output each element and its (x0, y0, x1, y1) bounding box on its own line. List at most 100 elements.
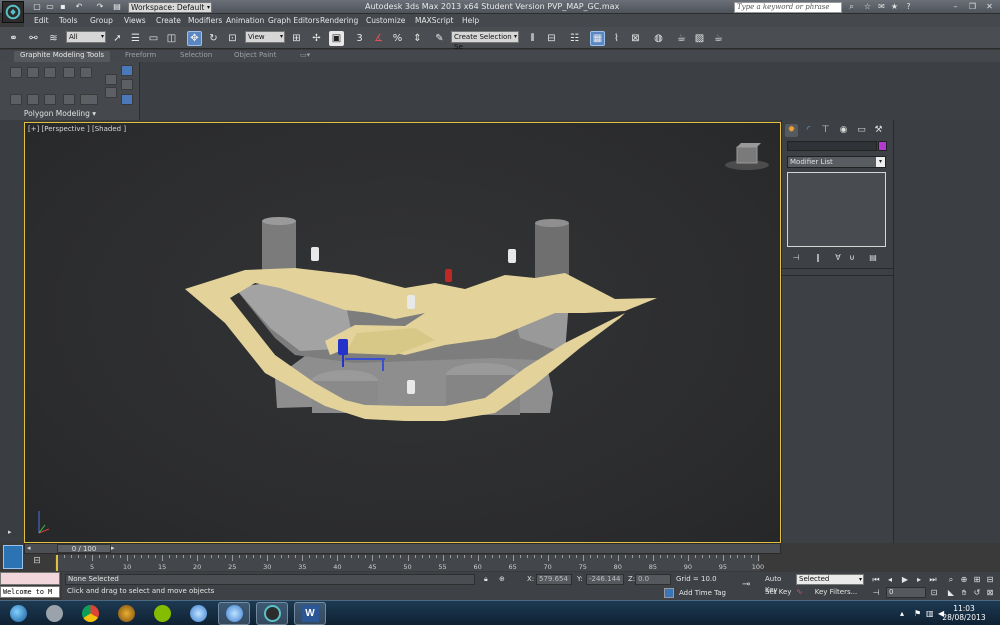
link-icon[interactable]: ⚭ (6, 31, 21, 46)
unlink-icon[interactable]: ⚯ (26, 31, 41, 46)
white-marker[interactable] (407, 380, 415, 394)
tray-flag-icon[interactable]: ⚑ (914, 609, 921, 618)
ribbon-tool-button[interactable] (27, 67, 39, 78)
auto-key-button[interactable]: Auto Key (765, 574, 795, 594)
tab-graphite-modeling-tools[interactable]: Graphite Modeling Tools (14, 51, 111, 62)
time-configuration-icon[interactable]: ⊡ (929, 588, 939, 598)
menu-tools[interactable]: Tools (59, 16, 77, 25)
close-icon[interactable]: ✕ (984, 2, 995, 12)
go-to-start-icon[interactable]: ⏮ (871, 575, 881, 585)
application-button[interactable] (2, 1, 24, 23)
menu-modifiers[interactable]: Modifiers (188, 16, 222, 25)
x-coordinate-field[interactable]: 579.654 (536, 574, 572, 585)
ribbon-tool-button[interactable] (105, 87, 117, 98)
white-marker[interactable] (311, 247, 319, 261)
layer-manager-icon[interactable]: ☷ (567, 31, 582, 46)
hierarchy-tab-icon[interactable]: ⊤ (819, 124, 832, 137)
pan-icon[interactable]: ✋︎ (959, 588, 969, 598)
select-object-icon[interactable]: ➚ (110, 31, 125, 46)
undo-icon[interactable]: ↶ (74, 2, 84, 12)
curve-editor-icon[interactable]: ⌇ (609, 31, 624, 46)
render-setup-icon[interactable]: ☕ (674, 31, 689, 46)
menu-graph-editors[interactable]: Graph Editors (268, 16, 320, 25)
tab-selection[interactable]: Selection (180, 51, 212, 59)
rendered-frame-window-icon[interactable]: ▨ (692, 31, 707, 46)
rectangular-selection-icon[interactable]: ▭ (146, 31, 161, 46)
object-color-swatch[interactable] (878, 141, 887, 151)
material-editor-icon[interactable]: ◍ (651, 31, 666, 46)
lock-icon[interactable]: 🔒︎ (484, 575, 488, 584)
ribbon-tool-button[interactable] (80, 94, 98, 105)
ribbon-tool-button[interactable] (121, 65, 133, 76)
named-selection-dropdown[interactable]: Create Selection Se ▾ (451, 31, 519, 51)
ribbon-tool-button[interactable] (10, 67, 22, 78)
menu-maxscript[interactable]: MAXScript (415, 16, 454, 25)
next-key-icon[interactable]: ▸ (914, 575, 924, 585)
map-model[interactable] (185, 217, 657, 421)
search-input[interactable]: Type a keyword or phrase (734, 2, 842, 13)
subscription-icon[interactable]: ☆ (862, 2, 873, 12)
tab-freeform[interactable]: Freeform (125, 51, 156, 59)
menu-animation[interactable]: Animation (226, 16, 264, 25)
pivot-center-icon[interactable]: ⊞ (289, 31, 304, 46)
show-end-result-icon[interactable]: ‖ (812, 253, 824, 263)
add-time-tag-button[interactable]: Add Time Tag (679, 589, 726, 597)
workspace-dropdown[interactable]: Workspace: Default ▾ (128, 2, 212, 13)
key-mode-toggle-icon[interactable]: ⊣ (871, 588, 881, 598)
angle-snap-icon[interactable]: ∡ (371, 31, 386, 46)
ribbon-options-icon[interactable]: ▭▾ (300, 51, 310, 59)
minimize-icon[interactable]: – (950, 2, 961, 12)
make-unique-icon[interactable]: ∀ (832, 253, 844, 263)
menu-rendering[interactable]: Rendering (320, 16, 358, 25)
time-slider-thumb[interactable]: 0 / 100 (57, 544, 111, 553)
polygon-modeling-dropdown[interactable]: Polygon Modeling ▾ (0, 109, 120, 118)
taskbar-itunes-2[interactable] (218, 602, 250, 625)
ribbon-tool-button[interactable] (44, 67, 56, 78)
zoom-icon[interactable]: ⌕ (946, 575, 956, 585)
y-coordinate-field[interactable]: -246.144 (586, 574, 624, 585)
current-frame-field[interactable]: 0 (886, 587, 926, 598)
play-icon[interactable]: ▶ (900, 575, 910, 585)
taskbar-word[interactable]: W (294, 602, 326, 625)
display-tab-icon[interactable]: ▭ (855, 124, 868, 137)
tray-network-icon[interactable]: ▥ (926, 609, 934, 618)
menu-customize[interactable]: Customize (366, 16, 405, 25)
taskbar-itunes[interactable] (182, 602, 214, 625)
viewport-label[interactable]: [+] [Perspective ] [Shaded ] (28, 125, 126, 133)
mirror-icon[interactable]: ⫴ (525, 31, 540, 46)
configure-sets-icon[interactable]: ▤ (867, 253, 879, 263)
select-and-scale-icon[interactable]: ⊡ (225, 31, 240, 46)
restore-icon[interactable]: ❐ (967, 2, 978, 12)
maximize-toggle-icon[interactable]: ⊠ (985, 588, 995, 598)
red-spawn-marker[interactable] (445, 269, 452, 282)
modifier-stack[interactable] (787, 172, 886, 247)
perspective-viewport[interactable]: [+] [Perspective ] [Shaded ] (24, 122, 781, 543)
ribbon-tool-button[interactable] (63, 94, 75, 105)
trackbar[interactable]: 5 10 15 20 25 30 35 40 45 50 55 60 65 70 75 80 85 90 95 100 (55, 555, 764, 571)
ribbon-tool-button[interactable] (105, 74, 117, 85)
key-filters-button[interactable]: Key Filters... (808, 587, 864, 598)
tray-clock[interactable]: 11:03 28/08/2013 (942, 604, 986, 622)
key-filter-curve-icon[interactable]: ∿ (796, 587, 807, 598)
curve-editor-mini-icon[interactable]: ⊟ (30, 556, 44, 568)
window-crossing-icon[interactable]: ◫ (164, 31, 179, 46)
maximize-viewport-icon[interactable] (3, 545, 23, 569)
viewcube-icon[interactable] (725, 143, 769, 170)
select-and-rotate-icon[interactable]: ↻ (206, 31, 221, 46)
help-icon[interactable]: ? (903, 2, 914, 12)
menu-edit[interactable]: Edit (34, 16, 49, 25)
selection-filter-dropdown[interactable]: All ▾ (66, 31, 106, 43)
select-manipulate-icon[interactable]: ✢ (309, 31, 324, 46)
modifier-list-dropdown[interactable]: Modifier List ▾ (787, 156, 886, 168)
project-folder-icon[interactable]: ▤ (112, 2, 122, 12)
taskbar-chrome[interactable] (74, 602, 106, 625)
redo-icon[interactable]: ↷ (95, 2, 105, 12)
tab-object-paint[interactable]: Object Paint (234, 51, 276, 59)
taskbar-3dsmax[interactable] (256, 602, 288, 625)
render-production-icon[interactable]: ☕ (711, 31, 726, 46)
ribbon-tool-button[interactable] (63, 67, 75, 78)
ribbon-tool-button[interactable] (27, 94, 39, 105)
motion-tab-icon[interactable]: ◉ (837, 124, 850, 137)
orbit-icon[interactable]: ↺ (972, 588, 982, 598)
search-icon[interactable]: ⌕ (846, 2, 857, 12)
